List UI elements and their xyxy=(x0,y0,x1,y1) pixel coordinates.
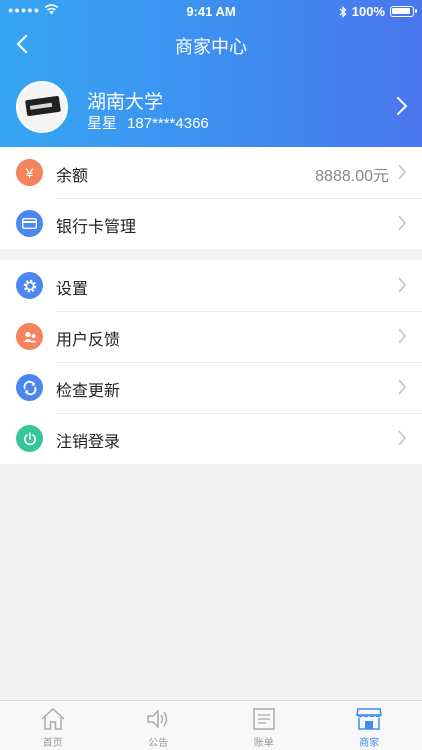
check-update-label: 检查更新 xyxy=(56,383,121,400)
tab-home-label: 首页 xyxy=(42,738,63,749)
wallet-group: ¥ 余额 8888.00元 银行卡管理 xyxy=(0,147,422,249)
refresh-icon xyxy=(16,374,43,401)
chevron-right-icon xyxy=(398,328,407,344)
speaker-icon xyxy=(147,709,168,729)
home-icon xyxy=(41,707,65,730)
tab-home[interactable]: 首页 xyxy=(0,701,106,750)
profile-card[interactable]: 湖南大学 星星 187****4366 xyxy=(0,79,422,135)
status-bar: ●●●●● 9:41 AM 100% xyxy=(0,0,422,22)
bank-card-row[interactable]: 银行卡管理 xyxy=(0,198,422,249)
user-name: 星星 xyxy=(87,115,118,132)
chevron-right-icon xyxy=(398,164,407,180)
yuan-icon: ¥ xyxy=(16,159,43,186)
tab-merchant-label: 商家 xyxy=(359,738,380,749)
power-icon xyxy=(16,425,43,452)
settings-group: 设置 用户反馈 检查更新 注销登录 xyxy=(0,260,422,464)
balance-value: 8888.00元 xyxy=(315,168,389,185)
logout-label: 注销登录 xyxy=(56,434,121,451)
logout-row[interactable]: 注销登录 xyxy=(0,413,422,464)
tab-bill-label: 账单 xyxy=(253,738,274,749)
bluetooth-icon xyxy=(339,5,347,18)
gear-icon xyxy=(16,272,43,299)
balance-label: 余额 xyxy=(56,168,89,185)
settings-row[interactable]: 设置 xyxy=(0,260,422,311)
settings-label: 设置 xyxy=(56,281,89,298)
bank-card-icon xyxy=(16,210,43,237)
feedback-icon xyxy=(16,323,43,350)
check-update-row[interactable]: 检查更新 xyxy=(0,362,422,413)
page-title: 商家中心 xyxy=(175,37,247,57)
shop-subtitle: 星星 187****4366 xyxy=(87,112,209,133)
feedback-row[interactable]: 用户反馈 xyxy=(0,311,422,362)
chevron-right-icon xyxy=(398,379,407,395)
nav-bar: 商家中心 xyxy=(0,22,422,66)
tab-notice-label: 公告 xyxy=(148,738,169,749)
bill-icon xyxy=(253,708,275,730)
feedback-label: 用户反馈 xyxy=(56,332,121,349)
shop-icon xyxy=(356,708,383,730)
shop-name: 湖南大学 xyxy=(87,92,164,113)
chevron-right-icon xyxy=(397,97,408,115)
bank-card-label: 银行卡管理 xyxy=(56,219,137,236)
tab-merchant[interactable]: 商家 xyxy=(317,701,422,750)
chevron-right-icon xyxy=(398,430,407,446)
header: ●●●●● 9:41 AM 100% 商家中心 湖南大学 星星 187****43… xyxy=(0,0,422,147)
tab-bill[interactable]: 账单 xyxy=(211,701,317,750)
balance-row[interactable]: ¥ 余额 8888.00元 xyxy=(0,147,422,198)
user-phone: 187****4366 xyxy=(127,115,209,132)
avatar xyxy=(16,81,68,133)
battery-icon xyxy=(390,6,417,17)
tab-notice[interactable]: 公告 xyxy=(106,701,212,750)
tab-bar: 首页 公告 账单 商家 xyxy=(0,700,422,750)
battery-percent: 100% xyxy=(351,4,385,19)
chevron-right-icon xyxy=(398,277,407,293)
chevron-right-icon xyxy=(398,215,407,231)
